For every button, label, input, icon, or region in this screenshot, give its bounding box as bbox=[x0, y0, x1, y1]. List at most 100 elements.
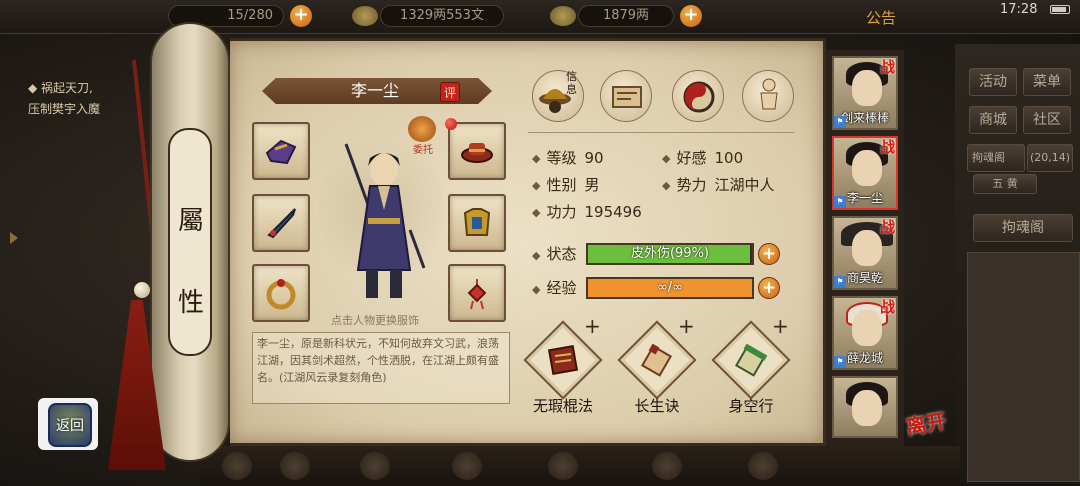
battle-badge: 战 bbox=[879, 218, 895, 236]
portrait-face bbox=[852, 390, 882, 426]
favor-label: 好感 bbox=[676, 149, 707, 167]
favor-value: 100 bbox=[714, 149, 744, 167]
scroll-map-icon bbox=[612, 86, 642, 108]
tag-icon: ⚑ bbox=[834, 116, 846, 128]
level-label: 等级 bbox=[546, 149, 577, 167]
faction-label: 势力 bbox=[676, 176, 707, 194]
clock: 17:28 bbox=[1000, 2, 1038, 17]
skill-3-add-icon[interactable]: + bbox=[772, 316, 789, 336]
nav-icon[interactable] bbox=[222, 452, 252, 480]
right-menu: 活动 菜单 商城 社区 拘魂阁 (20,14) 五 黄 拘魂阁 bbox=[955, 44, 1080, 484]
money-value: 1329两553文 bbox=[380, 5, 504, 27]
ring-icon bbox=[266, 279, 296, 310]
skill-1-add-icon[interactable]: + bbox=[584, 316, 601, 336]
battle-badge: 战 bbox=[879, 298, 895, 316]
skill-scroll-icon bbox=[640, 343, 673, 377]
knot-charm-icon bbox=[467, 279, 487, 310]
gold-icon bbox=[550, 6, 576, 26]
gold-value: 1879两 bbox=[578, 5, 674, 27]
top-resource-bar: 15/280 + 1329两553文 1879两 + 公告 17:28 bbox=[0, 0, 1080, 34]
exp-bar: ∞/∞ bbox=[586, 277, 754, 299]
nav-icon[interactable] bbox=[280, 452, 310, 480]
exp-bar-text: ∞/∞ bbox=[656, 280, 684, 295]
money-icon bbox=[352, 6, 378, 26]
status-label: ◆ 状态 bbox=[532, 245, 577, 263]
stat-favor: ◆ 好感 100 bbox=[662, 149, 744, 167]
nav-icon[interactable] bbox=[452, 452, 482, 480]
equip-slot-gloves[interactable] bbox=[252, 122, 310, 180]
expand-arrow-icon[interactable] bbox=[10, 232, 18, 244]
community-button[interactable]: 社区 bbox=[1023, 106, 1071, 134]
status-bar: 皮外伤(99%) bbox=[586, 243, 754, 265]
stat-level: ◆ 等级 90 bbox=[532, 149, 604, 167]
roster-card[interactable]: 战 商昊乾 ⚑ bbox=[832, 216, 898, 290]
status-bar-text: 皮外伤(99%) bbox=[630, 246, 710, 261]
scroll-title-char-2: 性 bbox=[177, 288, 204, 318]
add-exp-button[interactable]: + bbox=[758, 277, 780, 299]
soul-tower-coords: (20,14) bbox=[1027, 144, 1073, 172]
delegate-icon[interactable] bbox=[408, 116, 436, 142]
tag-icon: ⚑ bbox=[834, 356, 846, 368]
heal-button[interactable]: + bbox=[758, 243, 780, 265]
nav-icon[interactable] bbox=[548, 452, 578, 480]
skill-2-name: 长生诀 bbox=[634, 397, 680, 415]
hero-name: 李一尘 bbox=[350, 81, 399, 100]
battle-badge: 战 bbox=[879, 58, 895, 76]
portrait-face bbox=[852, 230, 882, 266]
tab-scroll[interactable] bbox=[600, 70, 652, 122]
exp-label-text: 经验 bbox=[546, 279, 577, 297]
roster-card-selected[interactable]: 战 李一尘 ⚑ bbox=[832, 136, 898, 210]
roster-card[interactable]: 战 剑来棒棒 ⚑ bbox=[832, 56, 898, 130]
nav-icon[interactable] bbox=[360, 452, 390, 480]
hero-character-sprite[interactable] bbox=[340, 140, 428, 305]
roster-card[interactable] bbox=[832, 376, 898, 438]
exp-label: ◆ 经验 bbox=[532, 279, 577, 297]
add-stamina-button[interactable]: + bbox=[290, 5, 312, 27]
skill-1-name: 无瑕棍法 bbox=[532, 397, 593, 415]
portrait-face bbox=[852, 70, 882, 106]
skill-3-name: 身空行 bbox=[728, 397, 774, 415]
menu-button[interactable]: 菜单 bbox=[1023, 68, 1071, 96]
stat-faction: ◆ 势力 江湖中人 bbox=[662, 176, 775, 194]
tab-bagua[interactable] bbox=[672, 70, 724, 122]
armor-icon bbox=[463, 208, 491, 236]
dagger-icon bbox=[267, 208, 296, 239]
tag-icon: ⚑ bbox=[834, 276, 846, 288]
back-button[interactable]: 返回 bbox=[48, 415, 92, 435]
bottom-nav-bar bbox=[200, 446, 960, 486]
stat-gender: ◆ 性别男 bbox=[532, 176, 600, 194]
soul-tower-button[interactable]: 拘魂阁 bbox=[973, 214, 1073, 242]
power-label: 功力 bbox=[546, 203, 577, 221]
delegate-label[interactable]: 委托 bbox=[408, 141, 438, 156]
evaluate-button[interactable]: 评 bbox=[440, 82, 460, 102]
skill-2-add-icon[interactable]: + bbox=[678, 316, 695, 336]
stat-power: ◆ 功力 195496 bbox=[532, 203, 642, 221]
gender-value: 男 bbox=[584, 176, 600, 194]
tab-info-label: 信息 bbox=[566, 70, 577, 96]
battle-badge: 战 bbox=[879, 138, 895, 156]
equip-slot-armor[interactable] bbox=[448, 194, 506, 252]
notice-button[interactable]: 公告 bbox=[866, 7, 896, 28]
level-value: 90 bbox=[584, 149, 604, 167]
scroll-title: 屬 性 bbox=[176, 180, 206, 344]
faction-value: 江湖中人 bbox=[714, 176, 775, 194]
add-gold-button[interactable]: + bbox=[680, 5, 702, 27]
power-value: 195496 bbox=[584, 203, 642, 221]
tab-meridian[interactable] bbox=[742, 70, 794, 122]
soul-tower-location[interactable]: 拘魂阁 bbox=[967, 144, 1025, 172]
equip-slot-weapon[interactable] bbox=[252, 194, 310, 252]
equip-slot-hat[interactable] bbox=[448, 122, 506, 180]
divider bbox=[528, 132, 794, 133]
rank-label: 五 黄 bbox=[973, 174, 1037, 194]
portrait-face bbox=[852, 310, 882, 346]
nav-icon[interactable] bbox=[748, 452, 778, 480]
roster-card[interactable]: 战 薛龙城 ⚑ bbox=[832, 296, 898, 370]
equip-slot-accessory[interactable] bbox=[448, 264, 506, 322]
nav-icon[interactable] bbox=[652, 452, 682, 480]
shop-button[interactable]: 商城 bbox=[969, 106, 1017, 134]
battery-icon bbox=[1050, 5, 1070, 14]
tag-icon: ⚑ bbox=[834, 196, 846, 208]
notification-dot bbox=[445, 118, 457, 130]
activity-button[interactable]: 活动 bbox=[969, 68, 1017, 96]
scroll-title-char-1: 屬 bbox=[177, 206, 204, 236]
